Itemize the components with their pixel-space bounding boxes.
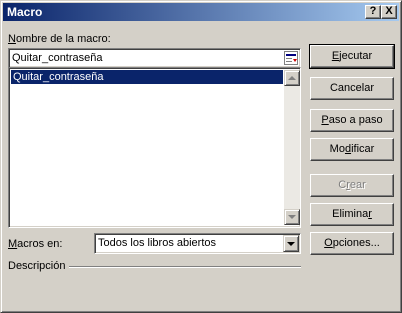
scroll-down-button[interactable] <box>284 209 300 225</box>
list-scrollbar[interactable] <box>284 70 300 225</box>
title-bar[interactable]: Macro ? X <box>3 3 399 21</box>
macros-in-label-text: acros en: <box>17 238 63 250</box>
options-button-text: pciones... <box>332 237 380 249</box>
macro-name-label: Nombre de la macro: <box>8 33 111 46</box>
delete-button[interactable]: Eliminar <box>310 203 394 226</box>
options-button[interactable]: Opciones... <box>310 232 394 255</box>
dropdown-button[interactable] <box>283 235 299 252</box>
step-into-button-text: aso a paso <box>328 114 383 126</box>
help-button[interactable]: ? <box>365 5 381 19</box>
macro-dialog: Macro ? X Nombre de la macro: Quitar_con… <box>0 0 402 313</box>
list-item-label: Quitar_contraseña <box>13 71 104 83</box>
scroll-up-button[interactable] <box>284 70 300 86</box>
options-button-access-key: O <box>324 237 333 249</box>
create-button-pre: C <box>338 179 347 191</box>
step-into-button[interactable]: Paso a paso <box>310 109 394 132</box>
macro-list[interactable]: Quitar_contraseña <box>8 67 301 228</box>
cancel-button[interactable]: Cancelar <box>310 77 394 100</box>
macro-name-label-text: ombre de la macro: <box>15 33 111 45</box>
arrow-up-icon <box>288 76 296 80</box>
delete-button-access-key: r <box>368 208 372 220</box>
window-title: Macro <box>7 5 43 19</box>
arrow-down-icon <box>288 215 296 219</box>
macros-in-label-access-key: M <box>8 238 18 250</box>
collapse-dialog-icon[interactable] <box>284 51 298 65</box>
macros-in-dropdown[interactable]: Todos los libros abiertos <box>94 233 301 254</box>
create-button-text: ear <box>349 179 366 191</box>
list-item[interactable]: Quitar_contraseña <box>11 70 283 84</box>
description-divider <box>69 266 301 268</box>
edit-button-text: ificar <box>351 143 375 155</box>
chevron-down-icon <box>287 242 295 246</box>
edit-button-pre: Mo <box>329 143 345 155</box>
close-button[interactable]: X <box>381 5 397 19</box>
step-into-button-access-key: P <box>321 114 329 126</box>
macro-name-label-access-key: N <box>8 33 16 45</box>
delete-button-pre: Elimina <box>332 208 369 220</box>
run-button[interactable]: Ejecutar <box>309 44 395 69</box>
create-button[interactable]: Crear <box>310 174 394 197</box>
macros-in-label: Macros en: <box>8 238 62 251</box>
description-label: Descripción <box>8 260 66 272</box>
run-button-text: jecutar <box>339 50 373 62</box>
macro-name-field[interactable]: Quitar_contraseña <box>8 48 301 68</box>
macros-in-value: Todos los libros abiertos <box>98 237 217 249</box>
macro-name-value[interactable]: Quitar_contraseña <box>12 52 103 65</box>
edit-button[interactable]: Modificar <box>310 138 394 161</box>
